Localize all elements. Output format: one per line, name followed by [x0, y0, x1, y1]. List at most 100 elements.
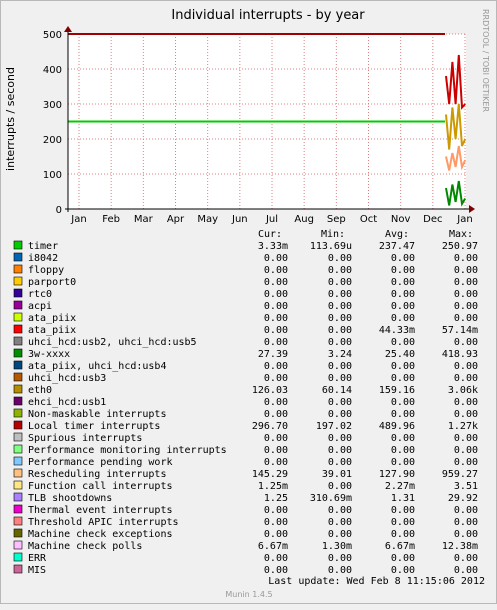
legend-min: 0.00	[328, 277, 352, 288]
y-tick-label: 400	[43, 65, 62, 76]
legend-avg: 0.00	[391, 361, 415, 372]
legend-name: uhci_hcd:usb3	[28, 373, 106, 384]
legend-swatch	[13, 540, 23, 550]
legend-cur: 0.00	[264, 457, 288, 468]
legend-cur: 0.00	[264, 517, 288, 528]
legend-avg: 489.96	[379, 421, 415, 432]
legend-cur: 0.00	[264, 301, 288, 312]
legend-max: 250.97	[442, 241, 478, 252]
legend-name: Performance monitoring interrupts	[28, 445, 227, 456]
legend-swatch	[13, 336, 23, 346]
legend-header-min: Min:	[321, 229, 345, 240]
legend-name: 3w-xxxx	[28, 349, 70, 360]
munin-graph: Individual interrupts - by year RRDTOOL …	[0, 0, 497, 604]
legend-min: 0.00	[328, 529, 352, 540]
legend-min: 0.00	[328, 373, 352, 384]
legend-cur: 0.00	[264, 409, 288, 420]
legend-name: rtc0	[28, 289, 52, 300]
legend-min: 0.00	[328, 397, 352, 408]
x-tick-label: Dec	[423, 214, 442, 225]
legend-swatch	[13, 480, 23, 490]
legend-cur: 126.03	[252, 385, 288, 396]
legend-min: 310.69m	[310, 493, 352, 504]
legend-name: Function call interrupts	[28, 481, 173, 492]
legend-table: timer 3.33m 113.69u 237.47 250.97i8042 0.00 0.…	[13, 240, 478, 576]
y-tick-label: 300	[43, 100, 62, 111]
legend-min: 0.00	[328, 457, 352, 468]
legend-min: 0.00	[328, 505, 352, 516]
legend-name: TLB shootdowns	[28, 493, 112, 504]
legend-name: floppy	[28, 265, 64, 276]
legend-max: 0.00	[454, 289, 478, 300]
legend-cur: 0.00	[264, 253, 288, 264]
legend-avg: 1.31	[391, 493, 415, 504]
legend-name: ata_piix, uhci_hcd:usb4	[28, 361, 166, 372]
legend-min: 0.00	[328, 265, 352, 276]
chart-title: Individual interrupts - by year	[171, 8, 365, 23]
legend-swatch	[13, 432, 23, 442]
y-tick-label: 200	[43, 135, 62, 146]
legend-avg: 0.00	[391, 517, 415, 528]
legend-cur: 0.00	[264, 265, 288, 276]
legend-avg: 0.00	[391, 457, 415, 468]
legend-name: Machine check polls	[28, 541, 142, 552]
legend-swatch	[13, 564, 23, 574]
legend-max: 0.00	[454, 517, 478, 528]
legend-max: 29.92	[448, 493, 478, 504]
x-tick-label: Mar	[134, 214, 154, 225]
legend-swatch	[13, 444, 23, 454]
legend-header-max: Max:	[449, 229, 473, 240]
legend-cur: 0.00	[264, 553, 288, 564]
legend-min: 1.30m	[322, 541, 352, 552]
legend-avg: 2.27m	[385, 481, 415, 492]
legend-avg: 0.00	[391, 553, 415, 564]
legend-swatch	[13, 360, 23, 370]
legend-max: 0.00	[454, 301, 478, 312]
legend-avg: 0.00	[391, 277, 415, 288]
last-update: Last update: Wed Feb 8 11:15:06 2012	[268, 576, 485, 587]
legend-name: i8042	[28, 253, 58, 264]
legend-swatch	[13, 372, 23, 382]
legend-avg: 0.00	[391, 301, 415, 312]
legend-name: Performance pending work	[28, 457, 173, 468]
legend-min: 197.02	[316, 421, 352, 432]
legend-cur: 3.33m	[258, 241, 288, 252]
legend-name: parport0	[28, 277, 76, 288]
legend-min: 0.00	[328, 253, 352, 264]
chart-canvas: Individual interrupts - by year RRDTOOL …	[4, 8, 490, 599]
legend-avg: 0.00	[391, 253, 415, 264]
legend-cur: 145.29	[252, 469, 288, 480]
y-tick-label: 100	[43, 170, 62, 181]
legend-max: 0.00	[454, 313, 478, 324]
legend-name: ata_piix	[28, 313, 76, 324]
x-tick-label: Nov	[391, 214, 411, 225]
legend-avg: 159.16	[379, 385, 415, 396]
legend-swatch	[13, 288, 23, 298]
legend-max: 0.00	[454, 277, 478, 288]
legend-cur: 0.00	[264, 433, 288, 444]
y-tick-label: 0	[56, 205, 62, 216]
legend-swatch	[13, 468, 23, 478]
legend-cur: 0.00	[264, 361, 288, 372]
legend-cur: 0.00	[264, 325, 288, 336]
legend-swatch	[13, 528, 23, 538]
legend-avg: 0.00	[391, 565, 415, 576]
x-axis-arrow	[469, 205, 475, 213]
legend-max: 0.00	[454, 529, 478, 540]
legend-name: ERR	[28, 553, 47, 564]
x-tick-label: Jul	[265, 214, 278, 225]
legend-swatch	[13, 408, 23, 418]
legend-avg: 25.40	[385, 349, 415, 360]
x-tick-label: May	[197, 214, 218, 225]
x-tick-label: Jan	[70, 214, 86, 225]
legend-name: Rescheduling interrupts	[28, 469, 166, 480]
x-tick-label: Jan	[456, 214, 472, 225]
legend-max: 12.38m	[442, 541, 478, 552]
legend-cur: 0.00	[264, 277, 288, 288]
legend-name: Non-maskable interrupts	[28, 409, 166, 420]
legend-avg: 0.00	[391, 397, 415, 408]
legend-max: 0.00	[454, 373, 478, 384]
legend-min: 0.00	[328, 325, 352, 336]
legend-max: 57.14m	[442, 325, 478, 336]
x-tick-label: Sep	[327, 214, 346, 225]
